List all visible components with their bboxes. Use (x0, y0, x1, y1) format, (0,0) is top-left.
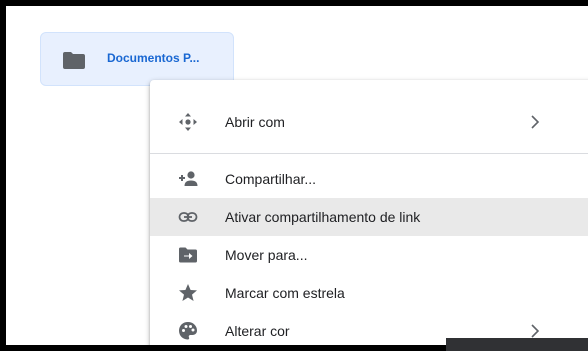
move-to-folder-icon (179, 247, 197, 263)
star-icon (179, 284, 197, 301)
move-arrows-icon (179, 113, 197, 131)
menu-item-add-star[interactable]: Marcar com estrela (150, 274, 588, 312)
menu-item-enable-link-sharing[interactable]: Ativar compartilhamento de link (150, 198, 588, 236)
chevron-right-icon (531, 324, 540, 338)
menu-item-share[interactable]: Compartilhar... (150, 160, 588, 198)
menu-item-label: Ativar compartilhamento de link (225, 209, 421, 225)
menu-item-open-with[interactable]: Abrir com (150, 103, 588, 141)
folder-item[interactable]: Documentos P... (40, 32, 234, 86)
bottom-toolbar (446, 338, 588, 351)
link-icon (178, 212, 198, 222)
folder-icon (63, 52, 85, 69)
menu-item-label: Marcar com estrela (225, 285, 345, 301)
palette-icon (179, 322, 197, 340)
folder-name: Documentos P... (107, 51, 200, 65)
context-menu: Abrir com Compartilhar... Ativar compart… (150, 80, 588, 345)
menu-item-move-to[interactable]: Mover para... (150, 236, 588, 274)
menu-divider (150, 153, 588, 154)
drive-window: Documentos P... Abrir com Compartilhar..… (6, 6, 588, 345)
menu-item-label: Mover para... (225, 247, 308, 263)
chevron-right-icon (531, 115, 540, 129)
menu-item-label: Abrir com (225, 114, 285, 130)
add-person-icon (179, 171, 198, 186)
menu-item-label: Compartilhar... (225, 171, 317, 187)
menu-item-label: Alterar cor (225, 323, 290, 339)
